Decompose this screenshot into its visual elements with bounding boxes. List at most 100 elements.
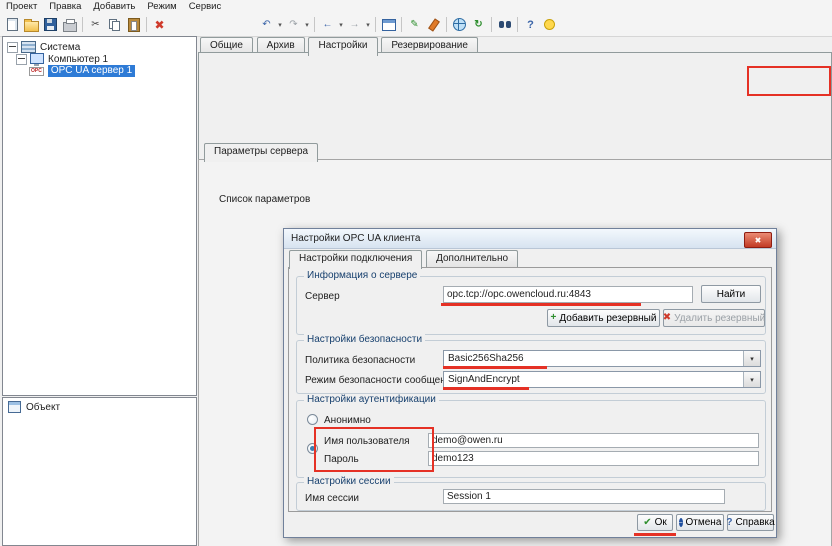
menu-mode[interactable]: Режим	[141, 1, 182, 12]
object-panel-header[interactable]: Объект	[8, 401, 60, 413]
help-icon: ?	[527, 19, 534, 31]
redo-dropdown-button[interactable]: ▾	[303, 16, 311, 34]
authentication-settings-group: Настройки аутентификации Анонимно Имя по…	[296, 400, 766, 478]
session-settings-group: Настройки сессии Имя сессии	[296, 482, 766, 511]
red-x-icon: ✖	[663, 313, 671, 323]
search-button[interactable]	[495, 16, 514, 34]
refresh-button[interactable]: ↻	[469, 16, 488, 34]
network-button[interactable]	[450, 16, 469, 34]
anonymous-label: Анонимно	[324, 415, 371, 426]
dialog-close-button[interactable]: ✖	[744, 232, 772, 248]
paste-button[interactable]	[124, 16, 143, 34]
refresh-icon: ↻	[474, 19, 482, 30]
system-icon	[21, 41, 36, 53]
security-settings-group: Настройки безопасности Политика безопасн…	[296, 340, 766, 394]
menu-service[interactable]: Сервис	[183, 1, 228, 12]
params-list-label: Список параметров	[219, 194, 310, 205]
tab-server-parameters[interactable]: Параметры сервера	[204, 143, 318, 162]
question-icon: ?	[726, 518, 732, 528]
menu-add[interactable]: Добавить	[87, 1, 141, 12]
toolbar-separator	[314, 17, 315, 32]
collapse-icon[interactable]	[16, 54, 27, 65]
message-mode-label: Режим безопасности сообщений	[305, 375, 457, 386]
anonymous-radio[interactable]	[307, 414, 318, 425]
dialog-title-bar[interactable]: Настройки OPC UA клиента	[284, 229, 776, 249]
info-button[interactable]	[540, 16, 559, 34]
back-dropdown-button[interactable]: ▾	[337, 16, 345, 34]
password-label: Пароль	[324, 454, 359, 465]
copy-button[interactable]	[105, 16, 124, 34]
delete-button[interactable]: ✖	[150, 16, 169, 34]
forward-dropdown-button[interactable]: ▾	[364, 16, 372, 34]
dropdown-arrow-icon[interactable]: ▾	[743, 372, 760, 387]
new-document-icon	[7, 18, 18, 31]
bulb-icon	[544, 19, 555, 30]
toolbar: ✂ ✖ ↶ ▾ ↷ ▾ ← ▾ → ▾ ✎ ↻ ?	[0, 13, 832, 37]
dialog-server-url-field[interactable]	[443, 286, 693, 303]
security-policy-dropdown[interactable]: Basic256Sha256 ▾	[443, 350, 761, 367]
find-button[interactable]: Найти	[701, 285, 761, 303]
caret-down-icon: ▾	[305, 21, 309, 29]
security-group-label: Настройки безопасности	[304, 334, 425, 345]
menu-edit[interactable]: Правка	[43, 1, 87, 12]
project-tree-panel: Система Компьютер 1 OPC OPC UA сервер 1	[2, 36, 197, 396]
tree-item-opc-ua-server[interactable]: OPC OPC UA сервер 1	[29, 65, 135, 77]
plus-icon: +	[551, 313, 557, 323]
dialog-tab-advanced[interactable]: Дополнительно	[426, 250, 518, 267]
server-info-group: Информация о сервере Сервер Найти + Доба…	[296, 276, 766, 335]
menu-project[interactable]: Проект	[0, 1, 43, 12]
copy-icon	[109, 19, 120, 30]
close-icon: ✖	[755, 236, 762, 245]
save-icon	[44, 18, 57, 31]
username-label: Имя пользователя	[324, 436, 410, 447]
dialog-tab-connection[interactable]: Настройки подключения	[289, 250, 422, 269]
session-name-label: Имя сессии	[305, 493, 359, 504]
print-icon	[63, 22, 77, 32]
remove-backup-button[interactable]: ✖ Удалить резервный	[663, 309, 765, 327]
edit-button[interactable]: ✎	[405, 16, 424, 34]
navigate-back-button[interactable]: ←	[318, 16, 337, 34]
open-project-button[interactable]	[22, 16, 41, 34]
cancel-button[interactable]: – Отмена	[676, 514, 724, 531]
collapse-icon[interactable]	[7, 42, 18, 53]
undo-button[interactable]: ↶	[257, 16, 276, 34]
toolbar-separator	[146, 17, 147, 32]
toolbar-separator	[491, 17, 492, 32]
tree-item-computer[interactable]: Компьютер 1	[16, 53, 108, 65]
params-tab-bar: Параметры сервера	[204, 143, 319, 162]
find-button-label: Найти	[717, 289, 746, 300]
redo-button[interactable]: ↷	[284, 16, 303, 34]
add-backup-button[interactable]: + Добавить резервный	[547, 309, 660, 327]
message-mode-dropdown[interactable]: SignAndEncrypt ▾	[443, 371, 761, 388]
open-folder-icon	[24, 21, 39, 32]
cancel-icon: –	[679, 518, 683, 527]
context-help-button[interactable]: ?	[521, 16, 540, 34]
redo-icon: ↷	[289, 19, 297, 30]
tree-item-system[interactable]: Система	[7, 41, 80, 53]
help-button[interactable]: ? Справка	[727, 514, 774, 531]
password-field[interactable]	[428, 451, 759, 466]
window-view-button[interactable]	[379, 16, 398, 34]
username-field[interactable]	[428, 433, 759, 448]
new-project-button[interactable]	[3, 16, 22, 34]
credentials-radio[interactable]	[307, 443, 318, 454]
brush-button[interactable]	[424, 16, 443, 34]
opc-server-icon: OPC	[29, 67, 44, 76]
ok-button[interactable]: ✔ Ок	[637, 514, 673, 531]
session-name-field[interactable]	[443, 489, 725, 504]
undo-dropdown-button[interactable]: ▾	[276, 16, 284, 34]
delete-icon: ✖	[154, 18, 164, 32]
help-button-label: Справка	[735, 517, 774, 528]
tree-item-label: Система	[40, 42, 80, 53]
pencil-icon: ✎	[410, 19, 418, 30]
navigate-forward-button[interactable]: →	[345, 16, 364, 34]
dropdown-arrow-icon[interactable]: ▾	[743, 351, 760, 366]
back-arrow-icon: ←	[323, 19, 333, 30]
window-icon	[382, 19, 396, 31]
undo-icon: ↶	[262, 19, 270, 30]
tab-settings[interactable]: Настройки	[308, 37, 377, 56]
cut-button[interactable]: ✂	[86, 16, 105, 34]
print-button[interactable]	[60, 16, 79, 34]
save-button[interactable]	[41, 16, 60, 34]
object-grid-icon	[8, 401, 21, 413]
